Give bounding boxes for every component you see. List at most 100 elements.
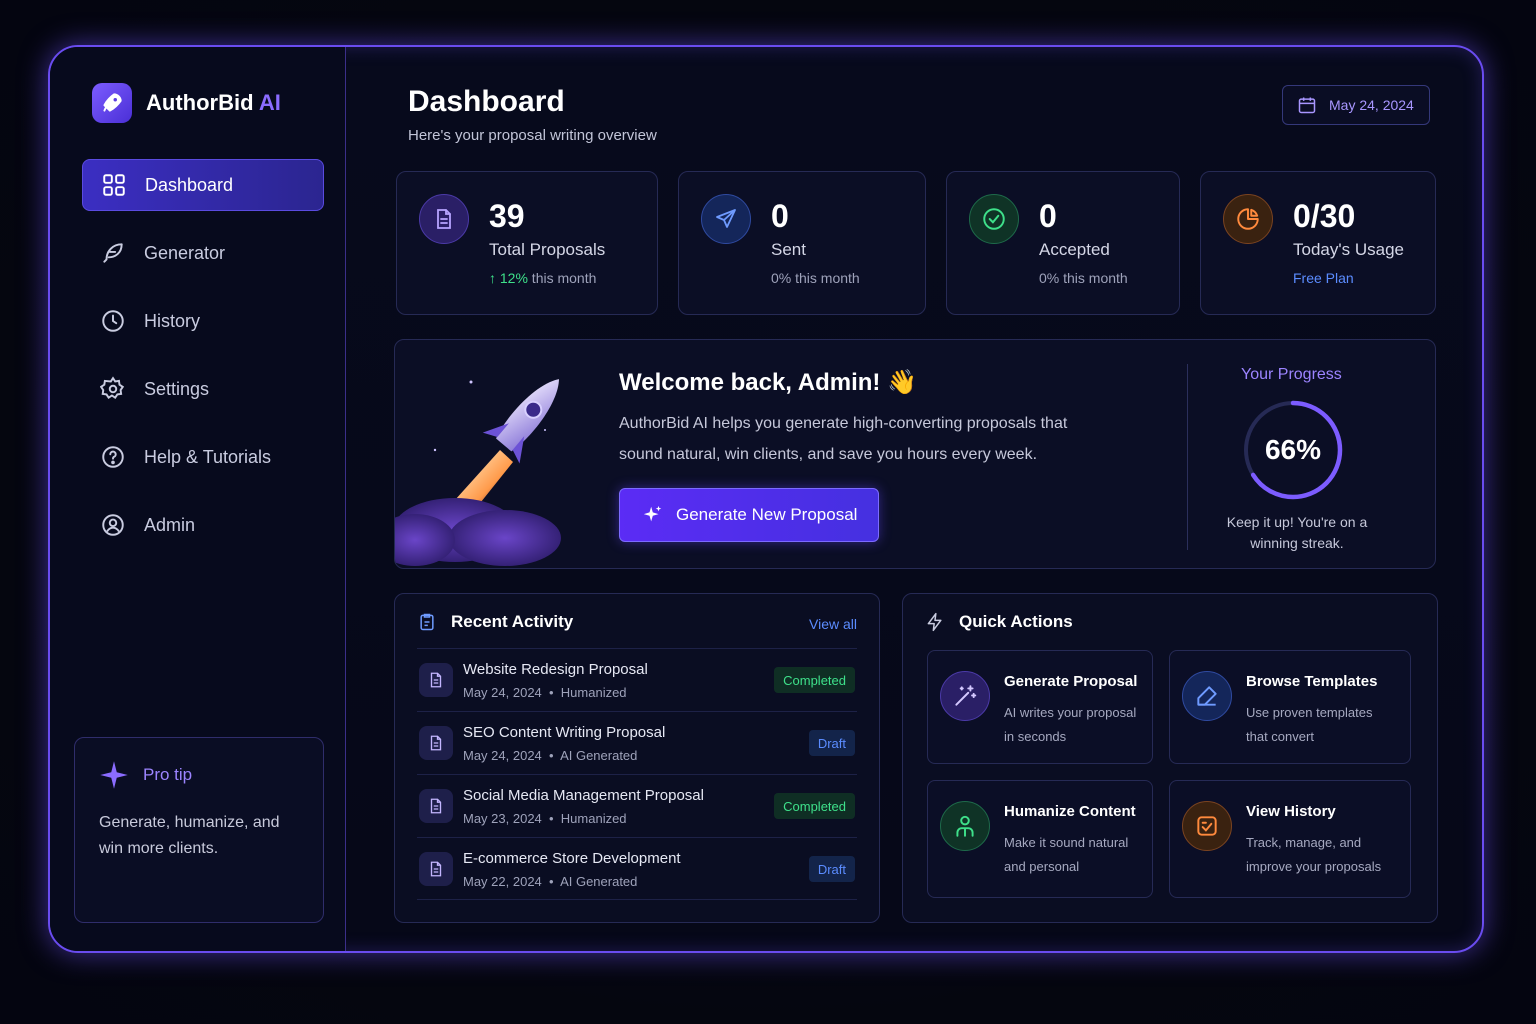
button-label: Generate New Proposal bbox=[676, 505, 858, 524]
stat-total-proposals[interactable]: 39 Total Proposals ↑ 12% this month bbox=[396, 171, 658, 315]
quick-actions-panel: Quick Actions Generate Proposal AI write… bbox=[902, 593, 1438, 923]
pie-chart-icon bbox=[1223, 194, 1273, 244]
stat-sub: 0% this month bbox=[771, 270, 860, 286]
activity-meta: May 24, 2024 • AI Generated bbox=[463, 748, 638, 763]
quick-action-title: Generate Proposal bbox=[1004, 673, 1138, 690]
template-icon bbox=[1182, 671, 1232, 721]
stat-sent[interactable]: 0 Sent 0% this month bbox=[678, 171, 926, 315]
quick-actions-header: Quick Actions bbox=[925, 612, 1073, 632]
view-all-link[interactable]: View all bbox=[809, 616, 857, 632]
app-window: AuthorBid AI Dashboard Generator History… bbox=[48, 45, 1484, 953]
progress-note: Keep it up! You're on a winning streak. bbox=[1226, 514, 1368, 551]
people-icon bbox=[940, 801, 990, 851]
sidebar-item-settings[interactable]: Settings bbox=[82, 363, 324, 415]
quick-action-title: Humanize Content bbox=[1004, 803, 1136, 820]
sidebar-item-label: Help & Tutorials bbox=[144, 446, 272, 467]
help-circle-icon bbox=[102, 446, 124, 468]
stat-value: 0 bbox=[771, 198, 789, 234]
calendar-icon bbox=[1298, 97, 1316, 114]
stat-accepted[interactable]: 0 Accepted 0% this month bbox=[946, 171, 1180, 315]
user-circle-icon bbox=[102, 514, 124, 536]
sidebar: AuthorBid AI Dashboard Generator History… bbox=[50, 47, 346, 951]
pro-tip-text: Generate, humanize, and win more clients… bbox=[99, 814, 280, 857]
magic-wand-icon bbox=[940, 671, 990, 721]
activity-meta: May 24, 2024 • Humanized bbox=[463, 685, 627, 700]
lightning-icon bbox=[927, 612, 942, 632]
sparkle-icon bbox=[100, 761, 128, 789]
activity-meta: May 23, 2024 • Humanized bbox=[463, 811, 627, 826]
quick-action-desc: AI writes your proposal in seconds bbox=[1004, 705, 1137, 744]
quick-action-browse-templates[interactable]: Browse Templates Use proven templates th… bbox=[1169, 650, 1411, 764]
activity-title: Website Redesign Proposal bbox=[463, 661, 648, 678]
pro-tip-title: Pro tip bbox=[143, 765, 193, 784]
welcome-title: Welcome back, Admin! 👋 bbox=[619, 369, 917, 396]
sidebar-item-admin[interactable]: Admin bbox=[82, 499, 324, 551]
sidebar-item-generator[interactable]: Generator bbox=[82, 227, 324, 279]
quick-action-humanize-content[interactable]: Humanize Content Make it sound natural a… bbox=[927, 780, 1153, 898]
list-item[interactable]: Social Media Management Proposal May 23,… bbox=[417, 774, 857, 837]
document-icon bbox=[419, 194, 469, 244]
status-badge: Draft bbox=[808, 730, 855, 756]
clipboard-icon bbox=[420, 613, 434, 631]
document-icon bbox=[419, 852, 453, 886]
stat-value: 39 bbox=[489, 198, 525, 234]
sidebar-item-label: Dashboard bbox=[145, 174, 234, 195]
stat-sub: 0% this month bbox=[1039, 270, 1128, 286]
activity-title: Social Media Management Proposal bbox=[463, 787, 704, 804]
sidebar-item-history[interactable]: History bbox=[82, 295, 324, 347]
activity-title: SEO Content Writing Proposal bbox=[463, 724, 666, 741]
pro-tip-card: Pro tip Generate, humanize, and win more… bbox=[74, 737, 324, 923]
panel-title: Recent Activity bbox=[451, 612, 574, 631]
rocket-illustration bbox=[395, 379, 561, 566]
divider bbox=[1187, 364, 1188, 550]
activity-title: E-commerce Store Development bbox=[463, 850, 681, 867]
progress-title: Your Progress bbox=[1241, 366, 1342, 383]
welcome-text: AuthorBid AI helps you generate high-con… bbox=[619, 415, 1068, 463]
status-badge: Draft bbox=[808, 856, 855, 882]
recent-activity-header: Recent Activity bbox=[417, 612, 573, 632]
quick-action-desc: Use proven templates that convert bbox=[1246, 705, 1373, 744]
sidebar-item-label: History bbox=[144, 310, 201, 331]
sidebar-item-label: Settings bbox=[144, 378, 210, 399]
quick-action-title: Browse Templates bbox=[1246, 673, 1378, 690]
stat-label: Today's Usage bbox=[1293, 240, 1404, 259]
document-icon bbox=[419, 726, 453, 760]
sidebar-item-label: Admin bbox=[144, 514, 196, 535]
panel-title: Quick Actions bbox=[959, 612, 1073, 631]
welcome-card: Welcome back, Admin! 👋 AuthorBid AI help… bbox=[394, 339, 1436, 569]
generate-new-proposal-button[interactable]: Generate New Proposal bbox=[619, 488, 879, 542]
send-icon bbox=[701, 194, 751, 244]
stat-usage[interactable]: 0/30 Today's Usage Free Plan bbox=[1200, 171, 1436, 315]
sparkle-icon bbox=[643, 505, 662, 522]
quick-action-generate-proposal[interactable]: Generate Proposal AI writes your proposa… bbox=[927, 650, 1153, 764]
progress-value: 66% bbox=[1264, 434, 1322, 465]
status-badge: Completed bbox=[774, 667, 855, 693]
list-item[interactable]: SEO Content Writing Proposal May 24, 202… bbox=[417, 711, 857, 774]
plan-link[interactable]: Free Plan bbox=[1293, 270, 1354, 286]
date-value: May 24, 2024 bbox=[1329, 97, 1414, 113]
quick-action-desc: Make it sound natural and personal bbox=[1004, 835, 1129, 874]
sidebar-item-help[interactable]: Help & Tutorials bbox=[82, 431, 324, 483]
stat-value: 0/30 bbox=[1293, 198, 1356, 234]
stat-label: Sent bbox=[771, 240, 806, 259]
quick-action-desc: Track, manage, and improve your proposal… bbox=[1246, 835, 1382, 874]
document-icon bbox=[419, 663, 453, 697]
sidebar-nav: Dashboard Generator History Settings Hel… bbox=[82, 159, 324, 567]
clock-icon bbox=[102, 310, 124, 332]
main-content: Dashboard Here's your proposal writing o… bbox=[346, 47, 1482, 951]
date-picker[interactable]: May 24, 2024 bbox=[1282, 85, 1430, 125]
brand-name: AuthorBid AI bbox=[146, 90, 281, 115]
quick-action-view-history[interactable]: View History Track, manage, and improve … bbox=[1169, 780, 1411, 898]
recent-activity-panel: Recent Activity View all Website Redesig… bbox=[394, 593, 880, 923]
list-item[interactable]: E-commerce Store Development May 22, 202… bbox=[417, 837, 857, 900]
stat-trend: ↑ 12% this month bbox=[489, 270, 597, 286]
list-item[interactable]: Website Redesign Proposal May 24, 2024 •… bbox=[417, 648, 857, 711]
check-circle-icon bbox=[969, 194, 1019, 244]
history-icon bbox=[1182, 801, 1232, 851]
rocket-icon bbox=[92, 83, 132, 123]
pro-tip-header: Pro tip bbox=[99, 760, 299, 790]
brand-logo[interactable]: AuthorBid AI bbox=[92, 83, 281, 123]
sidebar-item-dashboard[interactable]: Dashboard bbox=[82, 159, 324, 211]
activity-list: Website Redesign Proposal May 24, 2024 •… bbox=[417, 648, 857, 900]
gear-icon bbox=[100, 376, 125, 400]
